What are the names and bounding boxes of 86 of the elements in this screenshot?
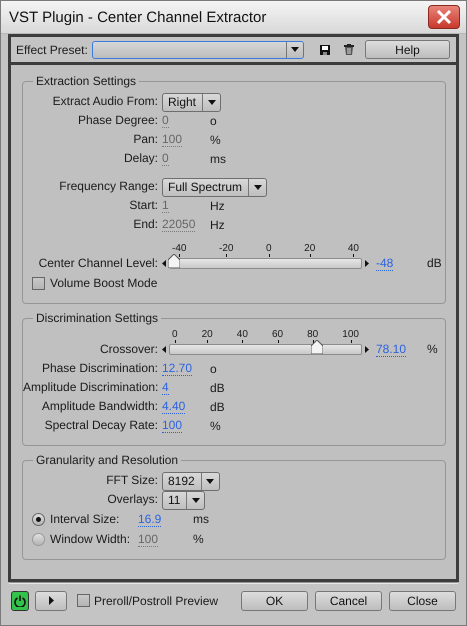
unit-label: dB — [427, 256, 442, 270]
tick-label: 40 — [348, 243, 359, 258]
radio-button[interactable] — [32, 512, 45, 526]
field-label: Spectral Decay Rate: — [44, 417, 159, 434]
unit-label: ms — [210, 152, 226, 166]
preset-dropdown[interactable] — [92, 40, 304, 58]
field-label: Amplitude Bandwidth: — [40, 398, 159, 415]
trash-icon — [344, 44, 354, 55]
number-field[interactable]: 4.40 — [162, 399, 186, 414]
number-field[interactable]: 12.70 — [162, 361, 192, 376]
dropdown[interactable]: Full Spectrum — [162, 178, 268, 196]
tick-label: -40 — [172, 243, 186, 258]
window-title: VST Plugin - Center Channel Extractor — [9, 8, 266, 26]
power-icon — [14, 594, 26, 606]
checkbox[interactable] — [77, 594, 90, 607]
tick-label: 100 — [342, 329, 359, 344]
number-field[interactable]: 4 — [162, 380, 169, 395]
tick-label: 40 — [236, 329, 248, 344]
checkbox-label: Volume Boost Mode — [50, 276, 158, 290]
tick-label: 60 — [272, 329, 284, 344]
number-field[interactable]: 100 — [162, 418, 182, 433]
unit-label: o — [210, 362, 217, 376]
unit-label: % — [193, 532, 204, 546]
dropdown[interactable]: 8192 — [162, 472, 220, 490]
tick-label: -20 — [219, 243, 234, 258]
caret-icon — [208, 100, 216, 104]
slider-thumb[interactable] — [311, 340, 324, 354]
unit-label: o — [210, 114, 217, 128]
radio-label: Interval Size: — [50, 512, 120, 526]
field-label: Phase Degree: — [76, 112, 159, 129]
dialog-button[interactable]: Cancel — [315, 590, 382, 610]
tick-label: 20 — [202, 329, 213, 344]
dropdown[interactable]: Right — [162, 92, 222, 112]
dialog-button[interactable]: OK — [241, 590, 308, 610]
unit-label: % — [210, 418, 221, 432]
power-button[interactable] — [11, 590, 29, 610]
field-label: Amplitude Discrimination: — [23, 379, 160, 396]
value-field[interactable]: -48 — [376, 256, 394, 271]
save-icon — [320, 44, 330, 54]
slider-label: Center Channel Level: — [38, 255, 159, 272]
checkbox-label: Preroll/Postroll Preview — [94, 594, 218, 608]
field-label: Delay: — [122, 150, 159, 167]
close-button[interactable] — [428, 5, 460, 29]
right-arrow-icon — [365, 346, 369, 353]
radio-label: Window Width: — [50, 532, 132, 546]
left-arrow-icon — [162, 260, 166, 267]
value-field[interactable]: 78.10 — [376, 342, 406, 357]
unit-label: dB — [210, 400, 225, 414]
panel-title: Granularity and Resolution — [35, 453, 180, 467]
unit-label: Hz — [210, 198, 225, 212]
field-label: Phase Discrimination: — [40, 360, 159, 377]
unit-label: Hz — [210, 218, 225, 232]
field-label: Extract Audio From: — [52, 93, 159, 110]
slider-label: Crossover: — [98, 341, 159, 358]
field-label: End: — [132, 216, 159, 233]
panel-title: Extraction Settings — [35, 74, 138, 88]
tick-label: 0 — [172, 329, 178, 344]
left-arrow-icon — [162, 346, 166, 353]
slider-thumb[interactable] — [168, 254, 180, 268]
caret-icon — [290, 47, 299, 52]
unit-label: % — [427, 342, 438, 356]
dialog-button[interactable]: Close — [389, 590, 456, 610]
unit-label: % — [210, 132, 221, 146]
field-label: Pan: — [132, 131, 159, 148]
number-field[interactable]: 16.9 — [138, 512, 162, 526]
caret-icon — [192, 498, 200, 502]
field-label: FFT Size: — [105, 472, 159, 489]
close-icon — [436, 9, 452, 25]
field-label: Frequency Range: — [58, 178, 159, 195]
caret-icon — [254, 184, 262, 190]
tick-label: 0 — [266, 243, 272, 258]
unit-label: ms — [193, 512, 209, 526]
dropdown[interactable]: 11 — [162, 490, 206, 510]
help-button[interactable]: Help — [365, 40, 450, 59]
tick-label: 80 — [307, 329, 318, 344]
unit-label: dB — [210, 380, 225, 394]
play-button[interactable] — [35, 590, 67, 610]
tick-label: 20 — [304, 243, 316, 258]
field-label: Start: — [128, 197, 159, 214]
right-arrow-icon — [365, 260, 369, 267]
play-icon — [48, 596, 54, 605]
preset-label: Effect Preset: — [16, 42, 88, 56]
checkbox[interactable] — [32, 276, 45, 290]
field-label: Overlays: — [106, 491, 159, 508]
caret-icon — [206, 478, 214, 484]
panel-title: Discrimination Settings — [35, 311, 160, 325]
